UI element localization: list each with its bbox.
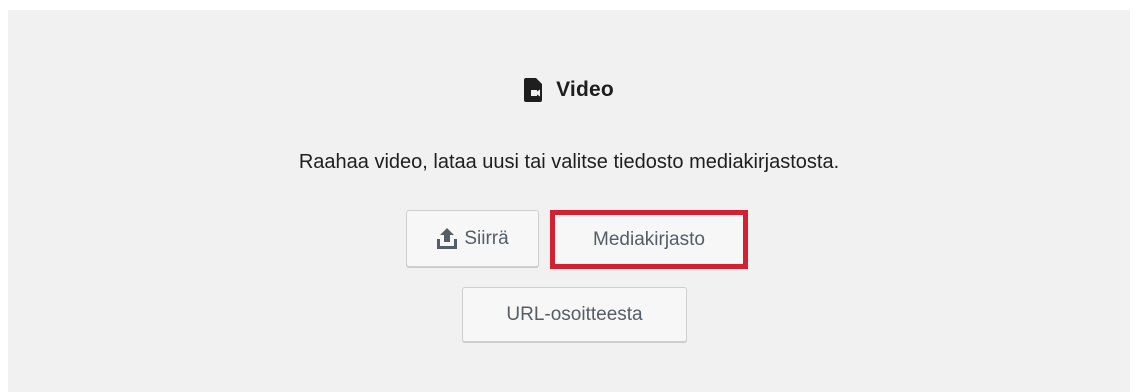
video-block-placeholder: Video Raahaa video, lataa uusi tai valit… <box>8 10 1130 392</box>
upload-icon <box>436 227 458 250</box>
insert-from-url-button-label: URL-osoitteesta <box>506 303 643 325</box>
video-file-icon <box>524 78 543 102</box>
placeholder-header: Video <box>8 78 1130 102</box>
placeholder-title: Video <box>556 78 614 101</box>
placeholder-instructions: Raahaa video, lataa uusi tai valitse tie… <box>298 151 840 173</box>
media-library-button[interactable]: Mediakirjasto <box>550 210 748 269</box>
media-library-button-label: Mediakirjasto <box>593 228 705 250</box>
upload-button-label: Siirrä <box>464 227 509 249</box>
upload-button[interactable]: Siirrä <box>406 210 539 267</box>
insert-from-url-button[interactable]: URL-osoitteesta <box>462 287 687 342</box>
